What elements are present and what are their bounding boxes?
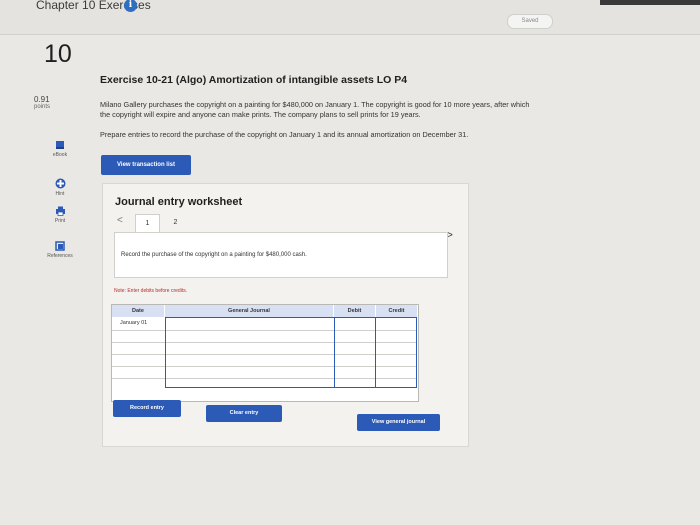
column-header-credit: Credit <box>376 305 417 317</box>
sidebar-item-label: Hint <box>55 191 65 197</box>
clear-entry-button[interactable]: Clear entry <box>206 405 282 422</box>
prev-page-arrow[interactable]: < <box>117 215 123 226</box>
column-header-general-journal: General Journal <box>165 305 333 317</box>
references-icon <box>55 241 65 251</box>
entry-note: Note: Enter debits before credits. <box>114 288 188 294</box>
credit-input-area[interactable] <box>375 317 417 388</box>
task-text: Record the purchase of the copyright on … <box>121 252 307 258</box>
problem-statement: Milano Gallery purchases the copyright o… <box>100 100 660 119</box>
problem-line-2: the copyright will expire and anyone can… <box>100 109 421 119</box>
points-label: points <box>34 104 51 110</box>
sidebar-item-label: Print <box>54 218 66 224</box>
saved-badge: Saved <box>507 14 553 29</box>
sidebar-item-print[interactable]: Print <box>35 206 85 224</box>
exercise-title: Exercise 10-21 (Algo) Amortization of in… <box>100 74 408 86</box>
problem-line-1: Milano Gallery purchases the copyright o… <box>100 100 530 109</box>
print-icon <box>55 206 65 216</box>
page-tab-1[interactable]: 1 <box>135 214 160 232</box>
prepare-instruction: Prepare entries to record the purchase o… <box>100 130 469 139</box>
hint-icon <box>55 178 65 189</box>
debit-input-area[interactable] <box>334 317 376 388</box>
row-1-date[interactable]: January 01 <box>120 320 147 326</box>
general-journal-input-area[interactable] <box>165 317 335 388</box>
top-bar: Chapter 10 Exercises i Saved <box>0 0 700 35</box>
sidebar-item-label: References <box>47 253 73 259</box>
record-entry-button[interactable]: Record entry <box>113 400 181 417</box>
page-tab-2[interactable]: 2 <box>164 214 187 231</box>
view-transaction-list-button[interactable]: View transaction list <box>101 155 191 175</box>
sidebar-item-ebook[interactable]: eBook <box>35 140 85 158</box>
sidebar-item-hint[interactable]: Hint <box>35 178 85 197</box>
column-header-date: Date <box>112 305 164 317</box>
top-edge-bar <box>600 0 700 5</box>
sidebar-item-label: eBook <box>52 152 68 158</box>
view-general-journal-button[interactable]: View general journal <box>357 414 440 431</box>
column-header-debit: Debit <box>334 305 375 317</box>
ebook-icon <box>56 141 64 149</box>
question-number: 10 <box>44 40 72 68</box>
worksheet-title: Journal entry worksheet <box>115 196 243 208</box>
sidebar-item-references[interactable]: References <box>35 241 85 259</box>
points-value: 0.91 <box>34 95 50 104</box>
